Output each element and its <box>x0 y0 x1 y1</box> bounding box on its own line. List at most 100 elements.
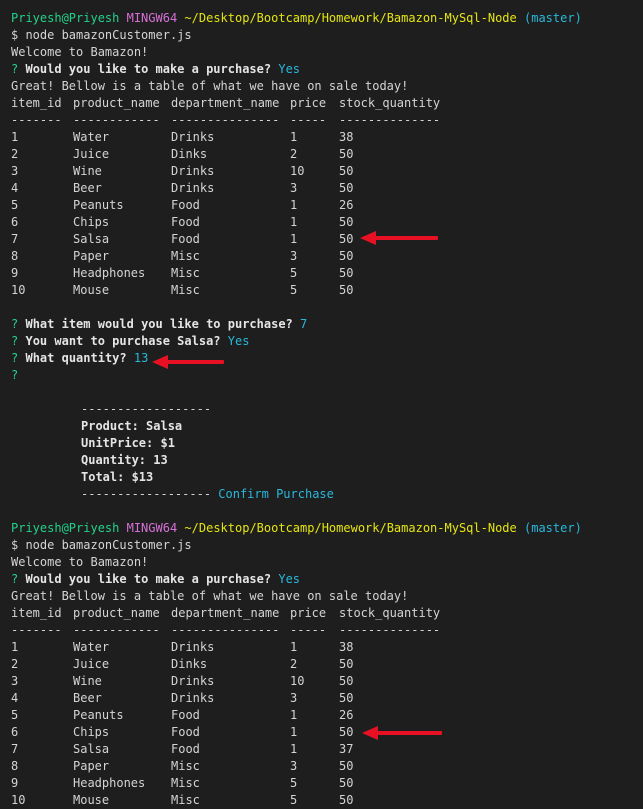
table-cell: Paper <box>73 759 110 773</box>
table-cell: Drinks <box>171 640 215 654</box>
greeting-text: Great! Bellow is a table of what we have… <box>11 589 409 603</box>
table-row: 7 Salsa Food 1 37 <box>11 741 643 758</box>
prompt-shell: MINGW64 <box>126 11 178 25</box>
shell-prompt: Priyesh@Priyesh MINGW64 ~/Desktop/Bootca… <box>11 520 643 537</box>
table-cell: 50 <box>339 657 354 671</box>
table-cell: Beer <box>73 691 102 705</box>
table-cell: 1 <box>290 130 298 144</box>
table-cell: Misc <box>171 249 200 263</box>
column-header: stock_quantity <box>339 606 441 620</box>
question-answer: 7 <box>300 317 308 331</box>
table-cell: 10 <box>11 793 26 807</box>
table-cell: 2 <box>290 147 298 161</box>
prompt-path: ~/Desktop/Bootcamp/Homework/Bamazon-MySq… <box>184 11 517 25</box>
welcome-text: Welcome to Bamazon! <box>11 555 149 569</box>
column-header: product_name <box>73 606 160 620</box>
table-cell: Drinks <box>171 130 215 144</box>
table-cell: 26 <box>339 708 354 722</box>
table-cell: 50 <box>339 147 354 161</box>
table-cell: 9 <box>11 266 19 280</box>
table-cell: 1 <box>290 232 298 246</box>
table-cell: 3 <box>290 249 298 263</box>
summary-rule: ------------------ <box>81 402 212 416</box>
arrow-left-icon <box>152 355 224 369</box>
table-cell: 7 <box>11 232 19 246</box>
table-cell: 26 <box>339 198 354 212</box>
table-cell: 5 <box>290 776 298 790</box>
arrow-left-icon <box>360 231 438 245</box>
table-row: 4 Beer Drinks 3 50 <box>11 180 643 197</box>
table-cell: Food <box>171 232 200 246</box>
table-cell: Food <box>171 708 200 722</box>
separator: ------- <box>11 113 62 127</box>
table-row: 9 Headphones Misc 5 50 <box>11 265 643 282</box>
question-text: What item would you like to purchase? <box>25 317 293 331</box>
column-header: item_id <box>11 96 62 110</box>
table-cell: Peanuts <box>73 198 124 212</box>
table-cell: 1 <box>11 130 19 144</box>
table-cell: Misc <box>171 793 200 807</box>
table-cell: Dinks <box>171 147 208 161</box>
table-cell: Paper <box>73 249 110 263</box>
table-cell: 1 <box>11 640 19 654</box>
command-line: $ node bamazonCustomer.js <box>11 538 192 552</box>
table-cell: 6 <box>11 725 19 739</box>
table-cell: 50 <box>339 793 354 807</box>
question-text: Would you like to make a purchase? <box>25 572 272 586</box>
table-row: 8 Paper Misc 3 50 <box>11 758 643 775</box>
table-row: 8 Paper Misc 3 50 <box>11 248 643 265</box>
table-cell: Drinks <box>171 164 215 178</box>
table-cell: 2 <box>11 657 19 671</box>
table-cell: Water <box>73 640 110 654</box>
arrow-left-icon <box>362 726 442 740</box>
question-answer: 13 <box>133 351 149 365</box>
table-cell: 2 <box>11 147 19 161</box>
table-cell: 50 <box>339 164 354 178</box>
table-cell: Misc <box>171 759 200 773</box>
table-row: 5 Peanuts Food 1 26 <box>11 197 643 214</box>
terminal-window[interactable]: Priyesh@Priyesh MINGW64 ~/Desktop/Bootca… <box>0 0 643 809</box>
table-cell: 9 <box>11 776 19 790</box>
blank-question-mark: ? <box>11 368 19 382</box>
greeting-text: Great! Bellow is a table of what we have… <box>11 79 409 93</box>
table-cell: Water <box>73 130 110 144</box>
table-cell: Food <box>171 198 200 212</box>
table-cell: 50 <box>339 283 354 297</box>
question-answer: Yes <box>278 62 301 76</box>
question-answer: Yes <box>278 572 301 586</box>
separator: ----- <box>290 623 327 637</box>
table-cell: Beer <box>73 181 102 195</box>
command-line: $ node bamazonCustomer.js <box>11 28 192 42</box>
separator: ----- <box>290 113 327 127</box>
table-row: 6 Chips Food 1 50 <box>11 724 643 741</box>
table-cell: 1 <box>290 198 298 212</box>
confirm-purchase-text: Confirm Purchase <box>218 487 334 501</box>
column-header: price <box>290 606 327 620</box>
table-cell: 50 <box>339 759 354 773</box>
table-cell: 8 <box>11 249 19 263</box>
table-cell: 50 <box>339 249 354 263</box>
table-cell: Dinks <box>171 657 208 671</box>
table-cell: 1 <box>290 742 298 756</box>
separator: ------- <box>11 623 62 637</box>
table-cell: Peanuts <box>73 708 124 722</box>
summary-unit-price: UnitPrice: $1 <box>81 436 175 450</box>
separator: --------------- <box>171 113 280 127</box>
table-cell: 8 <box>11 759 19 773</box>
table-cell: Juice <box>73 147 110 161</box>
table-row: 10 Mouse Misc 5 50 <box>11 792 643 809</box>
table-cell: Salsa <box>73 232 110 246</box>
table-row: 4 Beer Drinks 3 50 <box>11 690 643 707</box>
summary-quantity: Quantity: 13 <box>81 453 168 467</box>
column-header: product_name <box>73 96 160 110</box>
question-mark: ? <box>11 334 19 348</box>
table-cell: 5 <box>11 708 19 722</box>
table-cell: Mouse <box>73 793 110 807</box>
table-cell: 2 <box>290 657 298 671</box>
question-text: What quantity? <box>25 351 127 365</box>
prompt-branch: (master) <box>524 11 582 25</box>
products-table-after: 1 Water Drinks 1 38 2 Juice Dinks 2 50 3 Wine Drinks… <box>11 639 643 809</box>
purchase-question: ? Would you like to make a purchase? Yes <box>11 61 643 78</box>
